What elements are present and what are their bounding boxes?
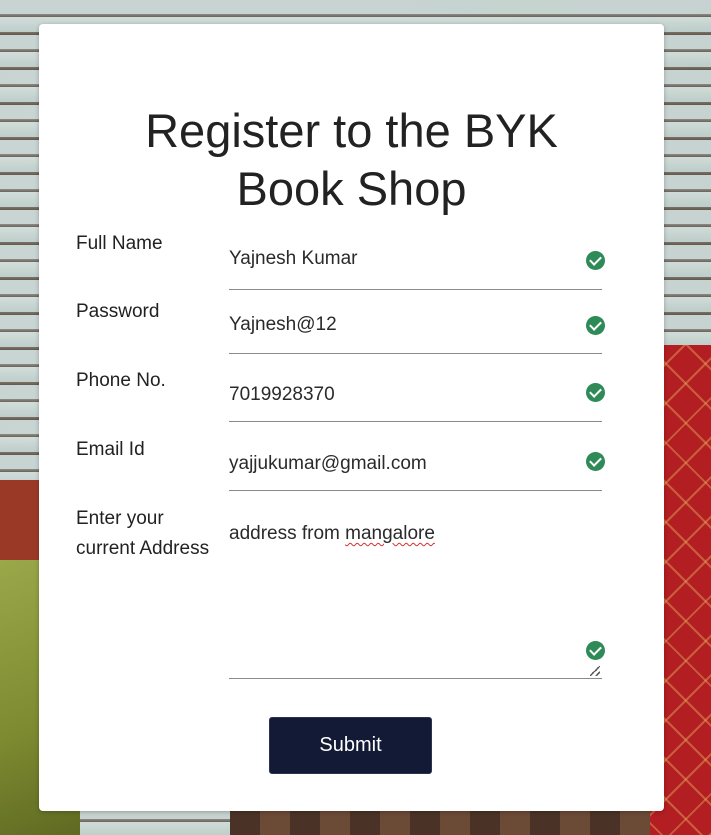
address-label-line2: current Address bbox=[76, 538, 210, 559]
email-label: Email Id bbox=[76, 439, 145, 460]
address-value-prefix: address from bbox=[229, 523, 346, 544]
full-name-value: Yajnesh Kumar bbox=[229, 248, 358, 269]
email-field[interactable]: yajjukumar@gmail.com bbox=[229, 449, 605, 491]
password-value: Yajnesh@12 bbox=[229, 314, 337, 335]
password-label: Password bbox=[76, 301, 160, 322]
registration-form: Register to the BYK Book Shop Full Name … bbox=[39, 24, 664, 811]
password-field[interactable]: Yajnesh@12 bbox=[229, 311, 605, 354]
spellcheck-misspelled-word: mangalore bbox=[345, 523, 435, 544]
phone-label: Phone No. bbox=[76, 370, 166, 391]
resize-handle-icon[interactable] bbox=[590, 666, 600, 676]
check-circle-icon bbox=[586, 452, 605, 471]
address-label-line1: Enter your bbox=[76, 508, 164, 529]
address-label: Enter your current Address bbox=[76, 504, 236, 564]
email-value: yajjukumar@gmail.com bbox=[229, 453, 427, 474]
address-textarea[interactable]: address from mangalore bbox=[229, 518, 605, 679]
check-circle-icon bbox=[586, 251, 605, 270]
full-name-field[interactable]: Yajnesh Kumar bbox=[229, 243, 605, 290]
phone-value: 7019928370 bbox=[229, 384, 335, 405]
full-name-label: Full Name bbox=[76, 233, 163, 254]
form-title-line2: Book Shop bbox=[236, 162, 467, 215]
form-title: Register to the BYK Book Shop bbox=[39, 102, 664, 218]
submit-button[interactable]: Submit bbox=[269, 717, 432, 774]
phone-field[interactable]: 7019928370 bbox=[229, 380, 605, 422]
address-value: address from mangalore bbox=[229, 522, 602, 546]
check-circle-icon bbox=[586, 641, 605, 660]
check-circle-icon bbox=[586, 383, 605, 402]
check-circle-icon bbox=[586, 316, 605, 335]
form-title-line1: Register to the BYK bbox=[145, 104, 558, 157]
